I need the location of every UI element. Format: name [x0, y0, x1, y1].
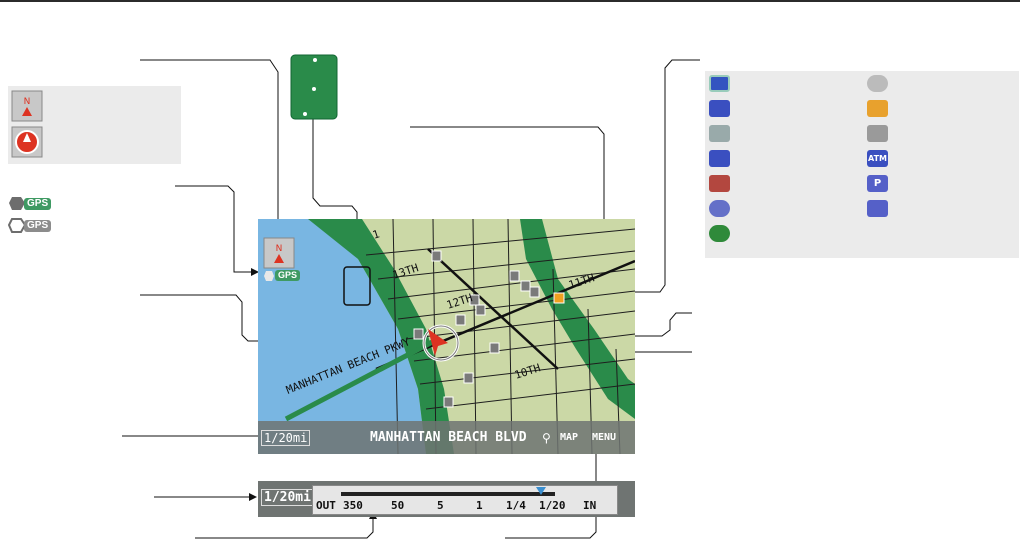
scale-tick[interactable]: 1/4: [506, 499, 526, 512]
parking-icon: P: [867, 175, 888, 192]
north-up-icon: N: [11, 90, 43, 122]
voice-icon: ⚲: [542, 431, 551, 445]
scale-pointer-icon: [536, 487, 546, 495]
scale-tick[interactable]: 350: [343, 499, 363, 512]
scale-out-label: OUT: [316, 499, 336, 512]
map-gps-icon: [264, 271, 274, 281]
music-icon: [867, 100, 888, 117]
scale-bar-strip: 1/20mi OUT 350 50 5 1 1/4 1/20 IN: [258, 481, 635, 517]
poi-legend-panel: ATM P: [705, 71, 1019, 258]
scale-selector[interactable]: OUT 350 50 5 1 1/4 1/20 IN: [312, 485, 618, 515]
hospital-icon: [709, 100, 730, 117]
gas-station-icon: [709, 150, 730, 167]
parking-garage-icon: [709, 200, 730, 217]
scale-bar-badge[interactable]: 1/20mi: [261, 489, 314, 506]
current-street-label: MANHATTAN BEACH BLVD: [370, 430, 527, 445]
info-icon: [709, 225, 730, 242]
train-station-icon: [867, 200, 888, 217]
scale-in-label: IN: [583, 499, 597, 512]
gps-label: GPS: [24, 220, 52, 232]
compass-legend-panel: N: [8, 86, 181, 164]
map-scale-badge[interactable]: 1/20mi: [261, 430, 311, 446]
heading-up-icon: [11, 126, 43, 158]
scale-tick[interactable]: 1: [476, 499, 483, 512]
svg-text:N: N: [276, 244, 283, 254]
gps-label: GPS: [24, 198, 52, 210]
zoom-inset: [290, 54, 338, 120]
map-canvas[interactable]: 13TH 12TH 11TH 10TH 1 MANHATTAN BEACH PK…: [258, 219, 635, 454]
map-north-up-icon[interactable]: N: [263, 237, 295, 269]
acura-dealer-icon: [867, 75, 888, 92]
atm-icon: ATM: [867, 150, 888, 167]
shopping-icon: [709, 125, 730, 142]
map-button[interactable]: MAP: [560, 432, 578, 443]
honda-dealer-icon: [709, 75, 730, 92]
scale-tick[interactable]: 50: [391, 499, 404, 512]
menu-button[interactable]: MENU: [592, 432, 616, 443]
scale-track: [341, 492, 555, 496]
lodging-icon: [709, 175, 730, 192]
map-gps-label: GPS: [275, 270, 301, 281]
navigation-map-screen[interactable]: 13TH 12TH 11TH 10TH 1 MANHATTAN BEACH PK…: [258, 219, 635, 454]
svg-text:N: N: [24, 97, 31, 107]
scale-tick[interactable]: 1/20: [539, 499, 566, 512]
scale-tick[interactable]: 5: [437, 499, 444, 512]
restaurant-icon: [867, 125, 888, 142]
